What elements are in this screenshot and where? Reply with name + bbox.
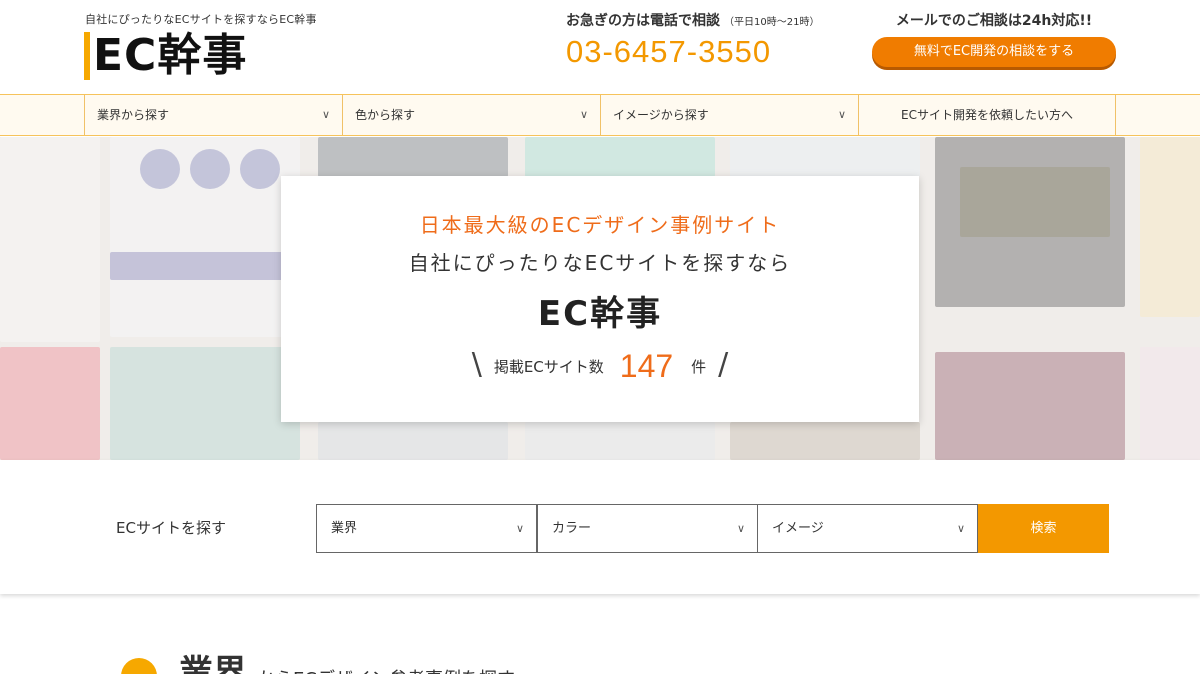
color-select[interactable]: カラー ∨ [537, 504, 758, 553]
count-value: 147 [619, 348, 674, 384]
select-value: イメージ [772, 521, 824, 536]
mail-contact: メールでのご相談は24h対応!! 無料でEC開発の相談をする [872, 10, 1116, 67]
search-title: ECサイトを探す [116, 519, 226, 537]
logo-accent-bar [84, 32, 90, 80]
count-label: 掲載ECサイト数 [493, 358, 604, 376]
slash-left: \ [471, 347, 482, 382]
logo-text: EC幹事 [93, 30, 248, 81]
hero-title: EC幹事 [537, 294, 663, 334]
tel-caption-text: お急ぎの方は電話で相談 [566, 13, 720, 29]
global-nav-inner: 業界から探す ∨ 色から探す ∨ イメージから探す ∨ ECサイト開発を依頼した… [84, 95, 1116, 135]
chevron-down-icon: ∨ [837, 108, 846, 121]
chevron-down-icon: ∨ [321, 108, 330, 121]
section-title: 業界 [179, 653, 247, 674]
nav-item-color[interactable]: 色から探す ∨ [343, 95, 601, 135]
chevron-down-icon: ∨ [956, 522, 965, 535]
nav-item-label: 色から探す [355, 108, 416, 122]
nav-item-request[interactable]: ECサイト開発を依頼したい方へ [859, 95, 1115, 135]
site-count: \ 掲載ECサイト数 147 件 / [281, 347, 919, 385]
chevron-down-icon: ∨ [579, 108, 588, 121]
section-desc: からECデザイン参考事例を探す [257, 660, 515, 674]
select-value: 業界 [331, 521, 358, 536]
nav-item-label: イメージから探す [613, 108, 709, 122]
hero-sub: 自社にぴったりなECサイトを探すなら [408, 251, 792, 275]
tel-contact: お急ぎの方は電話で相談 （平日10時～21時） 03-6457-3550 [566, 10, 856, 70]
search-button[interactable]: 検索 [978, 504, 1109, 553]
image-select[interactable]: イメージ ∨ [757, 504, 978, 553]
search-panel: ECサイトを探す 業界 ∨ カラー ∨ イメージ ∨ 検索 [0, 460, 1200, 594]
slash-right: / [718, 347, 729, 382]
nav-item-label: 業界から探す [97, 108, 170, 122]
chevron-down-icon: ∨ [736, 522, 745, 535]
tel-caption: お急ぎの方は電話で相談 （平日10時～21時） [566, 10, 856, 30]
mail-caption: メールでのご相談は24h対応!! [895, 13, 1093, 29]
site-logo[interactable]: EC幹事 [84, 30, 247, 82]
nav-item-image[interactable]: イメージから探す ∨ [601, 95, 859, 135]
site-header: 自社にぴったりなECサイトを探すならEC幹事 EC幹事 お急ぎの方は電話で相談 （… [0, 0, 1200, 94]
nav-item-industry[interactable]: 業界から探す ∨ [85, 95, 343, 135]
global-nav: 業界から探す ∨ 色から探す ∨ イメージから探す ∨ ECサイト開発を依頼した… [0, 94, 1200, 136]
site-tagline: 自社にぴったりなECサイトを探すならEC幹事 [85, 13, 317, 26]
bulb-icon [121, 658, 157, 674]
industry-select[interactable]: 業界 ∨ [316, 504, 537, 553]
free-consult-button[interactable]: 無料でEC開発の相談をする [872, 37, 1116, 67]
tel-hours: （平日10時～21時） [724, 17, 820, 28]
hero-lead: 日本最大級のECデザイン事例サイト [419, 213, 781, 237]
tel-number-link[interactable]: 03-6457-3550 [566, 34, 856, 70]
nav-item-label: ECサイト開発を依頼したい方へ [901, 108, 1073, 122]
chevron-down-icon: ∨ [515, 522, 524, 535]
section-heading: 業界 からECデザイン参考事例を探す [121, 650, 515, 674]
count-unit: 件 [691, 358, 707, 376]
select-value: カラー [552, 521, 592, 536]
hero-card: 日本最大級のECデザイン事例サイト 自社にぴったりなECサイトを探すなら EC幹… [281, 176, 919, 422]
